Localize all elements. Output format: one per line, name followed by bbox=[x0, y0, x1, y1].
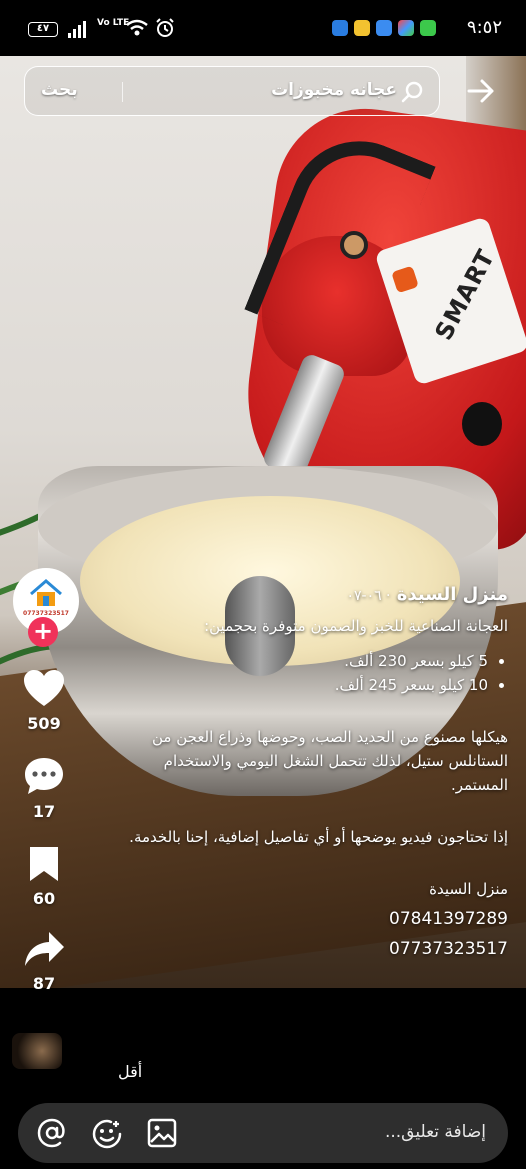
caption-signature: منزل السيدة bbox=[429, 880, 508, 898]
comment-count: 17 bbox=[32, 802, 56, 821]
search-icon bbox=[401, 81, 423, 103]
post-caption: منزل السيدة · ٠٦-٠٧ العجانة الصناعية للخ… bbox=[108, 584, 508, 961]
house-logo-icon bbox=[30, 579, 62, 606]
app-icon bbox=[398, 20, 414, 36]
wifi-icon bbox=[126, 19, 148, 36]
share-icon bbox=[25, 932, 64, 966]
phone-number[interactable]: 07841397289 bbox=[108, 907, 508, 931]
search-divider bbox=[122, 82, 123, 102]
comment-button[interactable]: 17 bbox=[14, 756, 74, 821]
notification-app-icons bbox=[332, 20, 436, 36]
save-button[interactable]: 60 bbox=[14, 845, 74, 908]
caption-intro: العجانة الصناعية للخبز والصمون متوفرة بح… bbox=[204, 617, 508, 635]
share-button[interactable]: 87 bbox=[14, 930, 74, 993]
comment-bar[interactable]: إضافة تعليق... bbox=[18, 1103, 508, 1163]
status-bar: ٤٧ Vo LTE ٩:٥٢ bbox=[0, 0, 526, 56]
app-icon bbox=[420, 20, 436, 36]
search-input[interactable]: عجانه مخبوزات bbox=[271, 80, 397, 100]
brand-logo-icon bbox=[391, 265, 419, 294]
emoji-icon[interactable] bbox=[90, 1117, 124, 1151]
mixer-knob bbox=[462, 402, 502, 446]
battery-level: ٤٧ bbox=[36, 23, 50, 34]
app-icon bbox=[354, 20, 370, 36]
comment-input[interactable]: إضافة تعليق... bbox=[385, 1122, 486, 1142]
brand-logo: SMART bbox=[429, 244, 501, 345]
caption-paragraph: إذا تحتاجون فيديو يوضحها أو أي تفاصيل إض… bbox=[129, 828, 508, 846]
save-count: 60 bbox=[32, 889, 56, 908]
comment-icon bbox=[25, 758, 63, 794]
mention-icon[interactable] bbox=[36, 1117, 68, 1149]
alarm-icon bbox=[156, 18, 174, 37]
caption-paragraph: هيكلها مصنوع من الحديد الصب، وحوضها وذرا… bbox=[152, 728, 508, 794]
like-button[interactable]: 509 bbox=[14, 668, 74, 733]
post-date: · ٠٦-٠٧ bbox=[346, 588, 391, 604]
follow-button[interactable]: + bbox=[28, 617, 58, 647]
image-icon[interactable] bbox=[146, 1117, 178, 1149]
list-item: 10 كيلو بسعر 245 ألف. bbox=[108, 673, 488, 697]
signal-icon bbox=[68, 20, 86, 38]
sound-thumbnail[interactable] bbox=[12, 1033, 62, 1069]
phone-number[interactable]: 07737323517 bbox=[108, 937, 508, 961]
author-name[interactable]: منزل السيدة bbox=[397, 584, 508, 605]
search-bar[interactable]: بحث عجانه مخبوزات bbox=[24, 66, 440, 116]
status-time: ٩:٥٢ bbox=[466, 17, 502, 38]
price-list: 5 كيلو بسعر 230 ألف. 10 كيلو بسعر 245 أل… bbox=[108, 649, 508, 697]
show-less-link[interactable]: أقل bbox=[118, 1062, 142, 1081]
avatar-text: 07737323517 bbox=[23, 610, 69, 617]
share-count: 87 bbox=[32, 974, 56, 993]
app-icon bbox=[376, 20, 392, 36]
heart-icon bbox=[24, 670, 64, 706]
forward-arrow-icon[interactable] bbox=[466, 76, 496, 106]
bookmark-icon bbox=[30, 847, 58, 881]
search-button[interactable]: بحث bbox=[41, 80, 78, 100]
app-icon bbox=[332, 20, 348, 36]
battery-icon: ٤٧ bbox=[28, 22, 58, 37]
mixer-switch bbox=[340, 231, 368, 259]
author-line: منزل السيدة · ٠٦-٠٧ bbox=[108, 584, 508, 605]
list-item: 5 كيلو بسعر 230 ألف. bbox=[108, 649, 488, 673]
like-count: 509 bbox=[27, 714, 61, 733]
